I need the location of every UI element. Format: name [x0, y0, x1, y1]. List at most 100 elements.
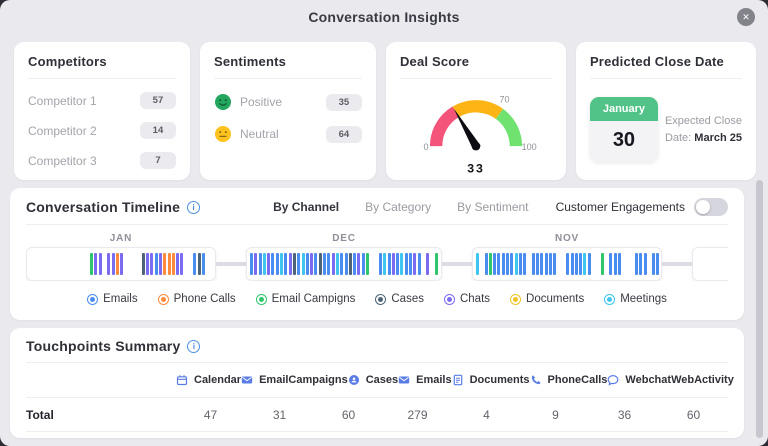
competitor-label: Competitor 3	[28, 154, 97, 168]
deal-score-title: Deal Score	[400, 54, 552, 79]
timeline-block-dec	[246, 247, 442, 281]
calendar-widget: January 30	[590, 97, 658, 162]
legend-item-meetings[interactable]: Meetings	[604, 293, 667, 305]
vertical-scrollbar[interactable]	[756, 180, 763, 438]
row-label: Total	[26, 408, 176, 422]
calendar-icon	[176, 374, 188, 386]
gauge-max-label: 100	[522, 142, 537, 152]
list-item: Competitor 2 14	[28, 122, 176, 139]
summary-cards-row: Competitors Competitor 1 57 Competitor 2…	[0, 34, 768, 180]
legend-item-email-campaigns[interactable]: Email Campigns	[256, 293, 356, 305]
calendar-month: January	[590, 97, 658, 121]
gauge-segment-high	[499, 114, 515, 146]
column-label: PhoneCalls	[548, 374, 608, 386]
tab-by-sentiment[interactable]: By Sentiment	[457, 200, 528, 214]
note-line-1: Expected Close	[665, 115, 742, 127]
timeline-connector	[216, 262, 246, 266]
email-campaign-icon	[241, 374, 253, 386]
timeline-connector	[442, 262, 472, 266]
neutral-face-icon	[214, 125, 232, 143]
gauge-value: 33	[467, 162, 485, 176]
legend-item-cases[interactable]: Cases	[375, 293, 424, 305]
sentiment-label: Positive	[240, 95, 318, 109]
timeline-title: Conversation Timeline	[26, 199, 180, 215]
competitors-card: Competitors Competitor 1 57 Competitor 2…	[14, 42, 190, 180]
info-icon[interactable]: i	[187, 201, 200, 214]
competitor-label: Competitor 1	[28, 94, 97, 108]
deal-score-gauge: 0 70 100 33	[400, 83, 552, 177]
competitor-label: Competitor 2	[28, 124, 97, 138]
gauge-segment-low	[436, 112, 456, 146]
modal-title: Conversation Insights	[308, 9, 459, 25]
table-cell: 279	[383, 408, 452, 422]
month-label: DEC	[246, 233, 442, 247]
email-campaigns-legend-icon	[256, 294, 267, 305]
column-label: Documents	[470, 374, 530, 386]
touchpoints-header: Touchpoints Summary i	[26, 338, 728, 363]
column-webactivity: WebActivity	[671, 374, 734, 386]
table-cell: 9	[521, 408, 590, 422]
legend-label: Cases	[391, 293, 424, 305]
predicted-close-date-card: Predicted Close Date January 30 Expected…	[576, 42, 756, 180]
webchat-icon	[607, 374, 619, 386]
timeline-block-partial	[692, 247, 728, 281]
table-cell: 36	[590, 408, 659, 422]
customer-engagements-label: Customer Engagements	[556, 200, 685, 214]
cases-legend-icon	[375, 294, 386, 305]
phone-calls-legend-icon	[158, 294, 169, 305]
column-cases: Cases	[348, 374, 398, 386]
info-icon[interactable]: i	[187, 340, 200, 353]
sentiments-card: Sentiments Positive 35 Neutral 64	[200, 42, 376, 180]
calendar-day: 30	[590, 121, 658, 162]
legend-item-phone-calls[interactable]: Phone Calls	[158, 293, 236, 305]
legend-label: Email Campigns	[272, 293, 356, 305]
conversation-timeline-section: Conversation Timeline i By Channel By Ca…	[10, 188, 744, 320]
touchpoints-summary-section: Touchpoints Summary i Calendar EmailCamp…	[10, 328, 744, 438]
timeline-block-nov	[472, 247, 662, 281]
column-label: EmailCampaigns	[259, 374, 348, 386]
note-date-value: March 25	[694, 132, 742, 144]
positive-face-icon	[214, 93, 232, 111]
timeline-month-group: NOV	[472, 233, 662, 281]
email-icon	[398, 374, 410, 386]
column-label: Webchat	[625, 374, 671, 386]
touchpoints-title: Touchpoints Summary	[26, 338, 180, 354]
sentiment-count-badge: 64	[326, 126, 362, 143]
timeline-connector	[662, 262, 692, 266]
toggle-knob	[696, 200, 710, 214]
table-cell: 60	[659, 408, 728, 422]
phone-icon	[530, 374, 542, 386]
legend-item-chats[interactable]: Chats	[444, 293, 490, 305]
sentiment-count-badge: 35	[326, 94, 362, 111]
expected-close-note: Expected Close Date: March 25	[665, 113, 742, 146]
competitor-count-badge: 7	[140, 152, 176, 169]
column-emailcampaigns: EmailCampaigns	[241, 374, 348, 386]
legend-label: Meetings	[620, 293, 667, 305]
legend-item-documents[interactable]: Documents	[510, 293, 584, 305]
touchpoints-table-header: Calendar EmailCampaigns Cases Emails Doc…	[26, 363, 728, 398]
tab-by-channel[interactable]: By Channel	[273, 200, 339, 214]
column-label: Emails	[416, 374, 451, 386]
column-documents: Documents	[452, 374, 530, 386]
document-icon	[452, 374, 464, 386]
list-item: Competitor 1 57	[28, 92, 176, 109]
tab-by-category[interactable]: By Category	[365, 200, 431, 214]
table-row: Influencer - - - - - - - -	[26, 432, 728, 438]
emails-legend-icon	[87, 294, 98, 305]
table-cell: 60	[314, 408, 383, 422]
sentiments-title: Sentiments	[214, 54, 362, 79]
column-label: Cases	[366, 374, 398, 386]
table-cell: 4	[452, 408, 521, 422]
timeline-track: JAN DEC NOV	[26, 233, 728, 281]
gauge-min-label: 0	[423, 142, 428, 152]
customer-engagements-toggle[interactable]	[694, 198, 728, 216]
meetings-legend-icon	[604, 294, 615, 305]
legend-item-emails[interactable]: Emails	[87, 293, 138, 305]
close-button[interactable]: ✕	[737, 8, 755, 26]
note-line-2-label: Date:	[665, 132, 694, 144]
modal-header: Conversation Insights ✕	[0, 0, 768, 34]
timeline-month-group: JAN	[26, 233, 216, 281]
timeline-block-jan	[26, 247, 216, 281]
timeline-tabs: By Channel By Category By Sentiment	[273, 200, 528, 214]
legend-label: Phone Calls	[174, 293, 236, 305]
